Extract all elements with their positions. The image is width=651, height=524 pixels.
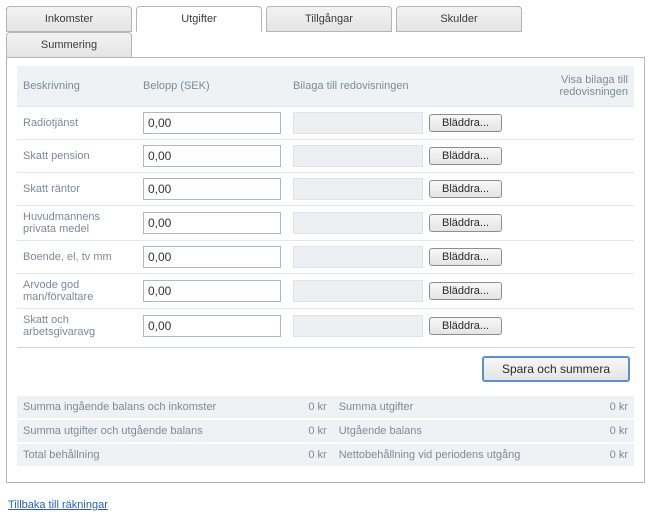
tab-panel-utgifter: Beskrivning Belopp (SEK) Bilaga till red… xyxy=(6,57,645,483)
browse-button[interactable]: Bläddra... xyxy=(429,180,502,198)
row-label: Huvudmannens privata medel xyxy=(17,206,137,241)
header-desc: Beskrivning xyxy=(17,66,137,107)
summary-label: Utgående balans xyxy=(333,419,574,443)
summary-value: 0 kr xyxy=(574,396,634,419)
tab-skulder[interactable]: Skulder xyxy=(396,6,522,32)
attachment-field xyxy=(293,280,423,302)
summary-value: 0 kr xyxy=(574,443,634,467)
browse-button[interactable]: Bläddra... xyxy=(429,317,502,335)
tab-tillgangar[interactable]: Tillgångar xyxy=(266,6,392,32)
row-label: Radiotjänst xyxy=(17,107,137,140)
show-attachment-cell xyxy=(544,206,634,241)
amount-input[interactable] xyxy=(143,246,281,268)
tab-inkomster[interactable]: Inkomster xyxy=(6,6,132,32)
save-summarize-button[interactable]: Spara och summera xyxy=(482,356,630,382)
row-label: Boende, el, tv mm xyxy=(17,241,137,274)
attachment-field xyxy=(293,112,423,134)
summary-label: Nettobehållning vid periodens utgång xyxy=(333,443,574,467)
show-attachment-cell xyxy=(544,274,634,309)
attachment-field xyxy=(293,246,423,268)
attachment-field xyxy=(293,315,423,337)
tab-summering[interactable]: Summering xyxy=(6,32,132,58)
back-to-bills-link[interactable]: Tillbaka till räkningar xyxy=(8,499,108,511)
show-attachment-cell xyxy=(544,241,634,274)
browse-button[interactable]: Bläddra... xyxy=(429,214,502,232)
amount-input[interactable] xyxy=(143,315,281,337)
row-label: Arvode god man/förvaltare xyxy=(17,274,137,309)
summary-value: 0 kr xyxy=(574,419,634,443)
show-attachment-cell xyxy=(544,107,634,140)
attachment-field xyxy=(293,145,423,167)
amount-input[interactable] xyxy=(143,145,281,167)
amount-input[interactable] xyxy=(143,280,281,302)
browse-button[interactable]: Bläddra... xyxy=(429,248,502,266)
attachment-field xyxy=(293,212,423,234)
tab-utgifter[interactable]: Utgifter xyxy=(136,6,262,32)
summary-label: Summa utgifter xyxy=(333,396,574,419)
show-attachment-cell xyxy=(544,173,634,206)
summary-label: Summa ingående balans och inkomster xyxy=(17,396,273,419)
amount-input[interactable] xyxy=(143,212,281,234)
row-label: Skatt pension xyxy=(17,140,137,173)
browse-button[interactable]: Bläddra... xyxy=(429,114,502,132)
header-attach: Bilaga till redovisningen xyxy=(287,66,544,107)
browse-button[interactable]: Bläddra... xyxy=(429,282,502,300)
amount-input[interactable] xyxy=(143,178,281,200)
row-label: Skatt och arbetsgivaravg xyxy=(17,309,137,344)
summary-label: Summa utgifter och utgående balans xyxy=(17,419,273,443)
summary-value: 0 kr xyxy=(273,443,333,467)
header-amount: Belopp (SEK) xyxy=(137,66,287,107)
summary-label: Total behållning xyxy=(17,443,273,467)
attachment-field xyxy=(293,178,423,200)
summary-value: 0 kr xyxy=(273,396,333,419)
show-attachment-cell xyxy=(544,140,634,173)
header-showattach: Visa bilaga till redovisningen xyxy=(544,66,634,107)
show-attachment-cell xyxy=(544,309,634,344)
summary-value: 0 kr xyxy=(273,419,333,443)
row-label: Skatt räntor xyxy=(17,173,137,206)
browse-button[interactable]: Bläddra... xyxy=(429,147,502,165)
amount-input[interactable] xyxy=(143,112,281,134)
